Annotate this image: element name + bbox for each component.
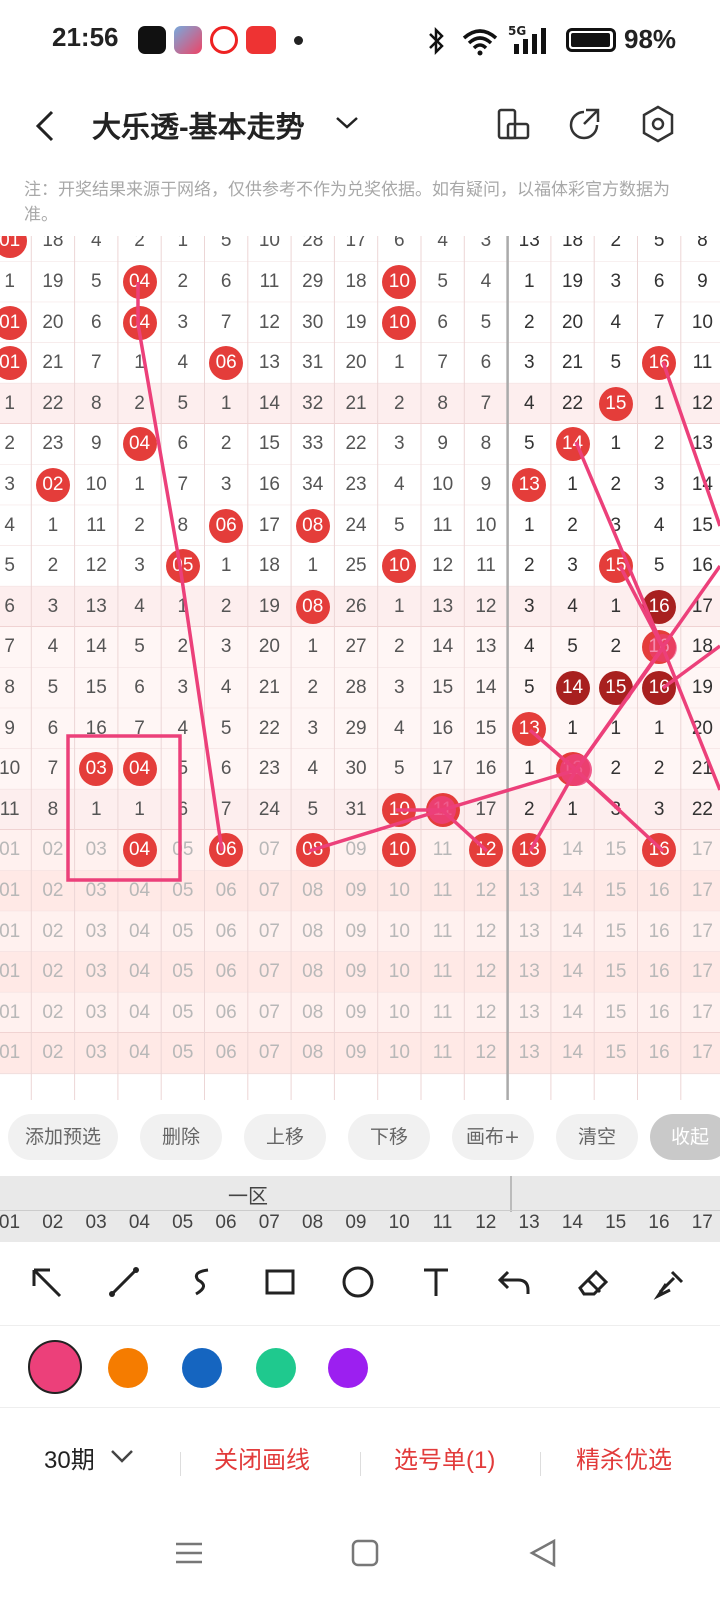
- undo-icon[interactable]: [488, 1256, 540, 1308]
- drawn-intersection-point: [428, 796, 456, 824]
- column-number: 06: [215, 1212, 237, 1233]
- zone-divider: [510, 1176, 512, 1212]
- header-divider: [0, 1210, 720, 1211]
- column-number: 08: [302, 1212, 324, 1233]
- column-number: 10: [388, 1212, 410, 1233]
- home-icon[interactable]: [350, 1538, 380, 1568]
- chevron-down-icon[interactable]: [334, 112, 360, 132]
- clear-brush-icon[interactable]: [644, 1256, 696, 1308]
- eraser-icon[interactable]: [566, 1256, 618, 1308]
- color-swatch-orange[interactable]: [108, 1348, 148, 1388]
- drawn-line: [308, 728, 580, 853]
- toutiao-icon: [246, 26, 276, 54]
- column-number: 03: [85, 1212, 107, 1233]
- column-number: 16: [648, 1212, 670, 1233]
- color-palette: [0, 1328, 720, 1408]
- clear-button[interactable]: 清空: [556, 1114, 638, 1160]
- drawing-tools: [0, 1244, 720, 1326]
- wifi-icon: [462, 29, 498, 56]
- color-swatch-green[interactable]: [256, 1348, 296, 1388]
- arrow-tool-icon[interactable]: [20, 1256, 72, 1308]
- column-number: 17: [691, 1212, 713, 1233]
- move-up-button[interactable]: 上移: [244, 1114, 326, 1160]
- drawn-rectangle: [66, 734, 182, 882]
- column-number: 07: [258, 1212, 280, 1233]
- page-title[interactable]: 大乐透-基本走势: [92, 104, 305, 146]
- close-drawing-button[interactable]: 关闭画线: [214, 1440, 310, 1475]
- collapse-button[interactable]: 收起: [650, 1114, 720, 1160]
- delete-button[interactable]: 删除: [140, 1114, 222, 1160]
- drawn-line: [574, 441, 665, 649]
- battery-icon: [566, 28, 616, 52]
- system-nav-bar: [0, 1520, 720, 1600]
- share-icon[interactable]: [566, 106, 602, 144]
- column-header: 一区 01 02 03 04 05 06 07 08 09 10 11 12 13 14 15 16 17: [0, 1176, 720, 1242]
- settings-icon[interactable]: [640, 104, 676, 144]
- elite-selection-button[interactable]: 精杀优选: [576, 1440, 672, 1475]
- drawing-overlay[interactable]: [0, 236, 720, 1100]
- app-icon: [210, 26, 238, 54]
- menu-icon[interactable]: [174, 1538, 204, 1568]
- circle-tool-icon[interactable]: [332, 1256, 384, 1308]
- color-swatch-blue[interactable]: [182, 1348, 222, 1388]
- status-bar: 21:56 5G 98%: [0, 0, 720, 84]
- move-down-button[interactable]: 下移: [348, 1114, 430, 1160]
- drawn-intersection-point: [649, 634, 677, 662]
- color-swatch-purple[interactable]: [328, 1348, 368, 1388]
- text-tool-icon[interactable]: [410, 1256, 462, 1308]
- app-icon: [174, 26, 202, 54]
- add-preselect-button[interactable]: 添加预选: [8, 1114, 118, 1160]
- rectangle-tool-icon[interactable]: [254, 1256, 306, 1308]
- column-number: 01: [0, 1212, 21, 1233]
- drawn-intersection-point: [560, 754, 592, 786]
- pick-list-button[interactable]: 选号单(1): [394, 1440, 495, 1475]
- column-number: 13: [518, 1212, 540, 1233]
- column-number: 04: [128, 1212, 150, 1233]
- chevron-down-icon[interactable]: [108, 1446, 136, 1466]
- column-number: 14: [561, 1212, 583, 1233]
- back-nav-icon[interactable]: [528, 1538, 558, 1568]
- bluetooth-icon: [429, 26, 444, 56]
- canvas-add-button[interactable]: 画布+: [452, 1114, 534, 1160]
- drawn-line: [661, 647, 720, 791]
- signal-icon: [514, 28, 546, 54]
- column-number: 02: [42, 1212, 64, 1233]
- column-number: 12: [475, 1212, 497, 1233]
- bottom-bar: 30期 关闭画线 选号单(1) 精杀优选: [0, 1420, 720, 1500]
- disclaimer-note: 注：开奖结果来源于网络，仅供参考不作为兑奖依据。如有疑问，以福体彩官方数据为准。: [24, 180, 670, 225]
- zone-label: 一区: [228, 1184, 268, 1208]
- separator: [360, 1452, 361, 1476]
- period-selector[interactable]: 30期: [44, 1440, 95, 1475]
- drawn-line: [661, 361, 720, 527]
- column-number: 11: [432, 1212, 453, 1233]
- column-number: 09: [345, 1212, 367, 1233]
- tiktok-icon: [138, 26, 166, 54]
- line-tool-icon[interactable]: [98, 1256, 150, 1308]
- separator: [180, 1452, 181, 1476]
- rotate-screen-icon[interactable]: [496, 106, 530, 144]
- separator: [540, 1452, 541, 1476]
- color-swatch-pink[interactable]: [28, 1340, 82, 1394]
- curve-tool-icon[interactable]: [176, 1256, 228, 1308]
- notification-dot: [294, 36, 303, 45]
- column-number: 15: [605, 1212, 627, 1233]
- column-number: 05: [172, 1212, 194, 1233]
- status-time: 21:56: [52, 22, 119, 52]
- battery-percent: 98%: [624, 24, 677, 54]
- header: 大乐透-基本走势: [0, 84, 720, 168]
- trend-chart-grid[interactable]: 01 18 4 2 1 5 10 28 17 6 4 3 13 18 2 5 8 1 19 5 04 2 6 11 29 18 10…: [0, 236, 720, 1100]
- back-icon[interactable]: [30, 106, 60, 146]
